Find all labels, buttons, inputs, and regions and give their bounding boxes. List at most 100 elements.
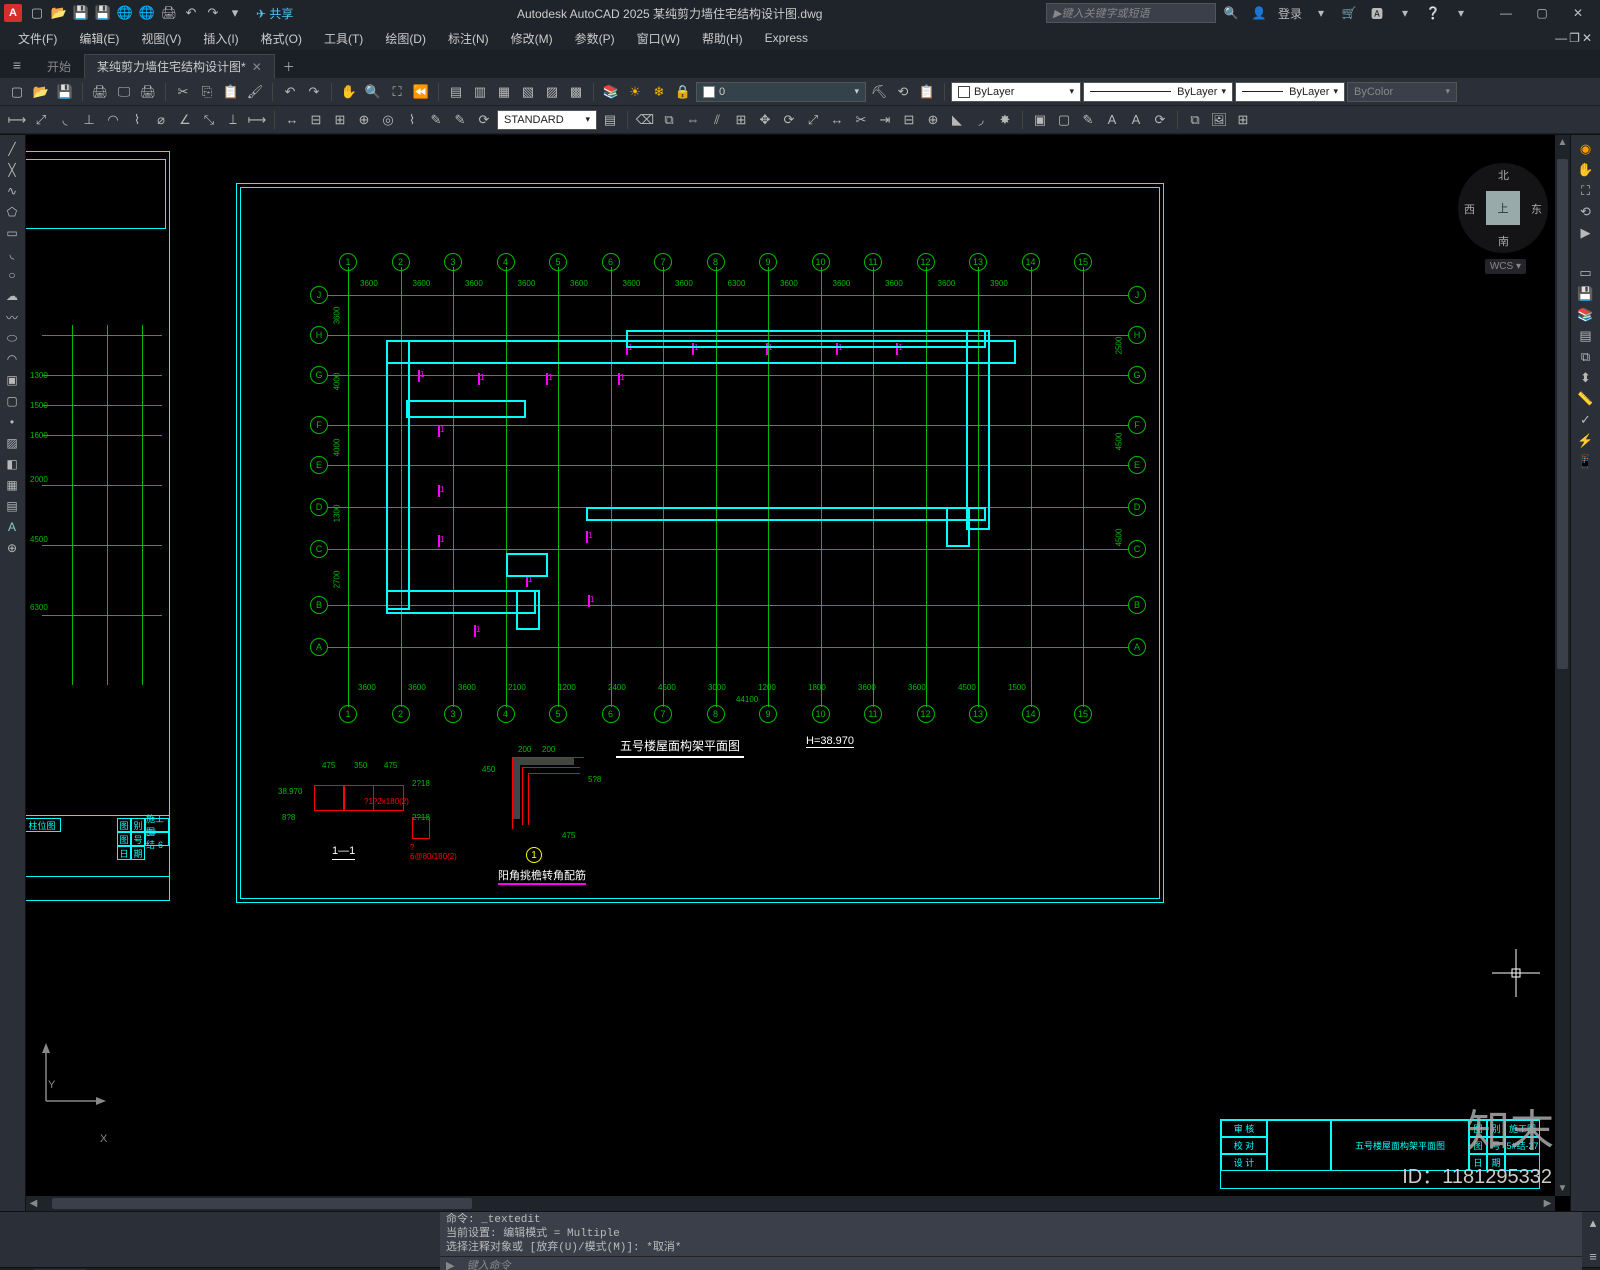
dim-aligned-icon[interactable]: ⤢	[30, 109, 52, 131]
publish-icon[interactable]: 🖨	[137, 81, 159, 103]
menu-help[interactable]: 帮助(H)	[692, 27, 753, 50]
point-icon[interactable]: •	[0, 412, 24, 432]
copy-icon[interactable]: ⎘	[196, 81, 218, 103]
menu-window[interactable]: 窗口(W)	[627, 27, 690, 50]
open-file-icon[interactable]: 📂	[30, 81, 52, 103]
login-more-icon[interactable]: ▾	[1312, 4, 1330, 22]
undo2-icon[interactable]: ↶	[279, 81, 301, 103]
mod-rotate-icon[interactable]: ⟳	[778, 109, 800, 131]
mod-chamfer-icon[interactable]: ◣	[946, 109, 968, 131]
scroll-left-icon[interactable]: ◀	[26, 1196, 41, 1211]
menu-file[interactable]: 文件(F)	[8, 27, 67, 50]
hatch-icon[interactable]: ▨	[0, 433, 24, 453]
layer-state-icon[interactable]: 📋	[916, 81, 938, 103]
field-icon[interactable]: ⊞	[1232, 109, 1254, 131]
viewcube-top[interactable]: 上	[1486, 191, 1520, 225]
new-tab-button[interactable]: ＋	[277, 54, 301, 78]
dim-break-icon[interactable]: ⊟	[305, 109, 327, 131]
layer-make-icon[interactable]: ⛏	[868, 81, 890, 103]
dim-jog-icon[interactable]: ⌇	[126, 109, 148, 131]
mod-join-icon[interactable]: ⊕	[922, 109, 944, 131]
dc-icon[interactable]: ▥	[469, 81, 491, 103]
mod-erase-icon[interactable]: ⌫	[634, 109, 656, 131]
dim-upd-icon[interactable]: ⟳	[473, 109, 495, 131]
qselect-icon[interactable]: ⚡	[1574, 431, 1598, 451]
menu-param[interactable]: 参数(P)	[565, 27, 625, 50]
zoom-ext-icon[interactable]: ⛶	[1574, 181, 1598, 201]
rect-icon[interactable]: ▭	[0, 223, 24, 243]
xref2-icon[interactable]: ⧉	[1574, 347, 1598, 367]
menu-edit[interactable]: 编辑(E)	[69, 27, 129, 50]
mod-offset-icon[interactable]: ⫽	[706, 109, 728, 131]
saveas-icon[interactable]: 💾	[94, 4, 112, 22]
redo-icon[interactable]: ↷	[204, 4, 222, 22]
horizontal-scrollbar[interactable]: ◀ ▶	[26, 1196, 1555, 1211]
cmd-menu-icon[interactable]: ≡	[1582, 1245, 1600, 1267]
plotstyle-dropdown[interactable]: ByColor▾	[1347, 82, 1457, 102]
share-button[interactable]: ✈ 共享	[256, 5, 293, 22]
menu-draw[interactable]: 绘图(D)	[375, 27, 436, 50]
props-icon[interactable]: ▤	[445, 81, 467, 103]
orbit-icon[interactable]: ⟲	[1574, 202, 1598, 222]
mod-explode-icon[interactable]: ✸	[994, 109, 1016, 131]
pan-icon[interactable]: ✋	[338, 81, 360, 103]
mod-break-icon[interactable]: ⊟	[898, 109, 920, 131]
web-open-icon[interactable]: 🌐	[116, 4, 134, 22]
dim-space-icon[interactable]: ↔	[281, 109, 303, 131]
maximize-button[interactable]: ▢	[1524, 0, 1560, 26]
sun-icon[interactable]: ☀	[624, 81, 646, 103]
dim-radius-icon[interactable]: ◠	[102, 109, 124, 131]
qat-more-icon[interactable]: ▾	[226, 4, 244, 22]
dim-insp-icon[interactable]: ◎	[377, 109, 399, 131]
gradient-icon[interactable]: ◧	[0, 454, 24, 474]
markup-icon[interactable]: ▨	[541, 81, 563, 103]
layer-dropdown[interactable]: 0 ▾	[696, 82, 866, 102]
mod-fillet-icon[interactable]: ◞	[970, 109, 992, 131]
block-edit-icon[interactable]: ✎	[1077, 109, 1099, 131]
dim-arc-icon[interactable]: ◟	[54, 109, 76, 131]
zoom-prev-icon[interactable]: ⏪	[410, 81, 432, 103]
menu-insert[interactable]: 插入(I)	[193, 27, 248, 50]
paste-icon[interactable]: 📋	[220, 81, 242, 103]
menu-tools[interactable]: 工具(T)	[314, 27, 373, 50]
print-icon[interactable]: 🖨	[89, 81, 111, 103]
mod-trim-icon[interactable]: ✂	[850, 109, 872, 131]
login-label[interactable]: 登录	[1278, 5, 1302, 22]
count-icon[interactable]: ✓	[1574, 410, 1598, 430]
layer-props-icon[interactable]: 📚	[600, 81, 622, 103]
pline-icon[interactable]: ∿	[0, 181, 24, 201]
mod-copy-icon[interactable]: ⧉	[658, 109, 680, 131]
dimstyle-dropdown[interactable]: STANDARD▾	[497, 110, 597, 130]
addsel-icon[interactable]: ⊕	[0, 538, 24, 558]
cut-icon[interactable]: ✂	[172, 81, 194, 103]
drawing-canvas[interactable]: 1300 1500 1600 2000 4500 6300 柱位图 图 别 施工…	[26, 135, 1570, 1211]
menu-express[interactable]: Express	[755, 28, 818, 48]
web-save-icon[interactable]: 🌐	[138, 4, 156, 22]
viewcube[interactable]: 北 南 西 东 上	[1458, 163, 1548, 253]
mod-array-icon[interactable]: ⊞	[730, 109, 752, 131]
dim-ang-icon[interactable]: ∠	[174, 109, 196, 131]
region-icon[interactable]: ▦	[0, 475, 24, 495]
menu-toggle-icon[interactable]: ≡	[6, 54, 28, 76]
a360-icon[interactable]: 🅰	[1368, 4, 1386, 22]
lock-icon[interactable]: 🔒	[672, 81, 694, 103]
saveview-icon[interactable]: 💾	[1574, 284, 1598, 304]
draworder-icon[interactable]: ⬍	[1574, 368, 1598, 388]
doc-close-button[interactable]: ✕	[1582, 31, 1592, 45]
layer2-icon[interactable]: 📚	[1574, 305, 1598, 325]
dimstyle-mgr-icon[interactable]: ▤	[599, 109, 621, 131]
menu-view[interactable]: 视图(V)	[131, 27, 191, 50]
table-icon[interactable]: ▤	[0, 496, 24, 516]
props2-icon[interactable]: ▤	[1574, 326, 1598, 346]
cmd-recent-icon[interactable]: ▴	[1582, 1212, 1600, 1234]
spline-icon[interactable]: 〰	[0, 307, 24, 327]
layer-prev-icon[interactable]: ⟲	[892, 81, 914, 103]
mod-scale-icon[interactable]: ⤢	[802, 109, 824, 131]
mod-stretch-icon[interactable]: ↔	[826, 109, 848, 131]
dim-quick-icon[interactable]: ⤡	[198, 109, 220, 131]
insertblk-icon[interactable]: ▣	[0, 370, 24, 390]
user-icon[interactable]: 👤	[1250, 4, 1268, 22]
zoom-win-icon[interactable]: ⛶	[386, 81, 408, 103]
dim-cont-icon[interactable]: ⟼	[246, 109, 268, 131]
close-icon[interactable]: ✕	[252, 60, 262, 74]
